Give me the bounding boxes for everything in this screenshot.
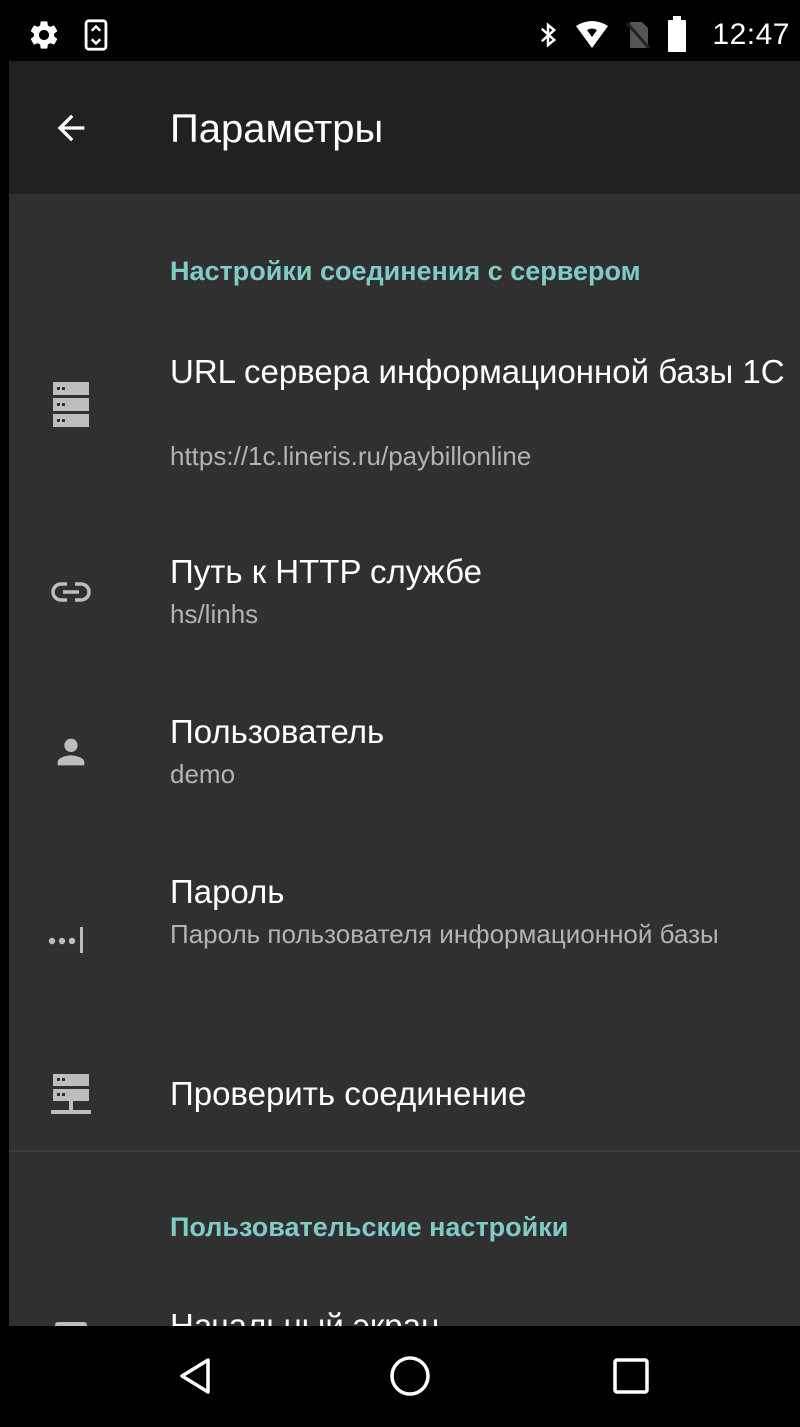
pref-title: URL сервера информационной базы 1С <box>170 353 785 390</box>
pref-title: Путь к HTTP службе <box>170 553 482 590</box>
pref-title: Пароль <box>170 873 285 910</box>
pref-test-connection[interactable]: Проверить соединение <box>9 1046 800 1146</box>
nav-home-button[interactable] <box>378 1344 442 1408</box>
pref-summary: https://1c.lineris.ru/paybillonline <box>170 441 532 471</box>
password-icon <box>47 916 95 964</box>
app-screen: 12:47 Параметры Настройки соединения с с… <box>9 8 800 1427</box>
pref-summary: Пароль пользователя информационной базы <box>170 919 719 949</box>
back-button[interactable] <box>39 96 103 160</box>
wifi-icon <box>574 20 610 55</box>
pref-summary: hs/linhs <box>170 599 259 629</box>
pref-http-path[interactable]: Путь к HTTP службе hs/linhs <box>9 534 800 644</box>
page-title: Параметры <box>170 107 384 151</box>
server-icon <box>47 380 95 428</box>
nav-back-icon <box>180 1358 210 1394</box>
pref-title: Пользователь <box>170 713 385 750</box>
status-time: 12:47 <box>712 18 790 51</box>
arrow-back-icon <box>57 114 85 142</box>
no-sim-icon <box>624 20 651 55</box>
pref-password[interactable]: Пароль Пароль пользователя информационно… <box>9 854 800 1004</box>
bluetooth-icon <box>537 20 559 55</box>
server-network-icon <box>47 1072 95 1120</box>
nav-home-icon <box>390 1356 430 1396</box>
person-icon <box>47 728 95 776</box>
battery-icon <box>667 16 687 57</box>
section-header-connection: Настройки соединения с сервером <box>170 256 641 286</box>
pref-user[interactable]: Пользователь demo <box>9 694 800 804</box>
section-header-user-settings: Пользовательские настройки <box>170 1212 569 1242</box>
pref-server-url[interactable]: URL сервера информационной базы 1С https… <box>9 324 800 484</box>
navigation-bar <box>9 1326 800 1427</box>
nav-back-button[interactable] <box>164 1344 228 1408</box>
link-icon <box>47 568 95 616</box>
pref-summary: demo <box>170 759 236 789</box>
settings-gear-icon <box>27 18 61 57</box>
status-bar: 12:47 <box>9 8 800 61</box>
section-divider <box>9 1150 800 1152</box>
nav-recents-button[interactable] <box>599 1344 663 1408</box>
toolbar: Параметры <box>9 61 800 194</box>
nav-recents-icon <box>613 1358 649 1394</box>
screen-rotation-icon <box>81 18 111 57</box>
pref-title: Проверить соединение <box>170 1075 527 1112</box>
